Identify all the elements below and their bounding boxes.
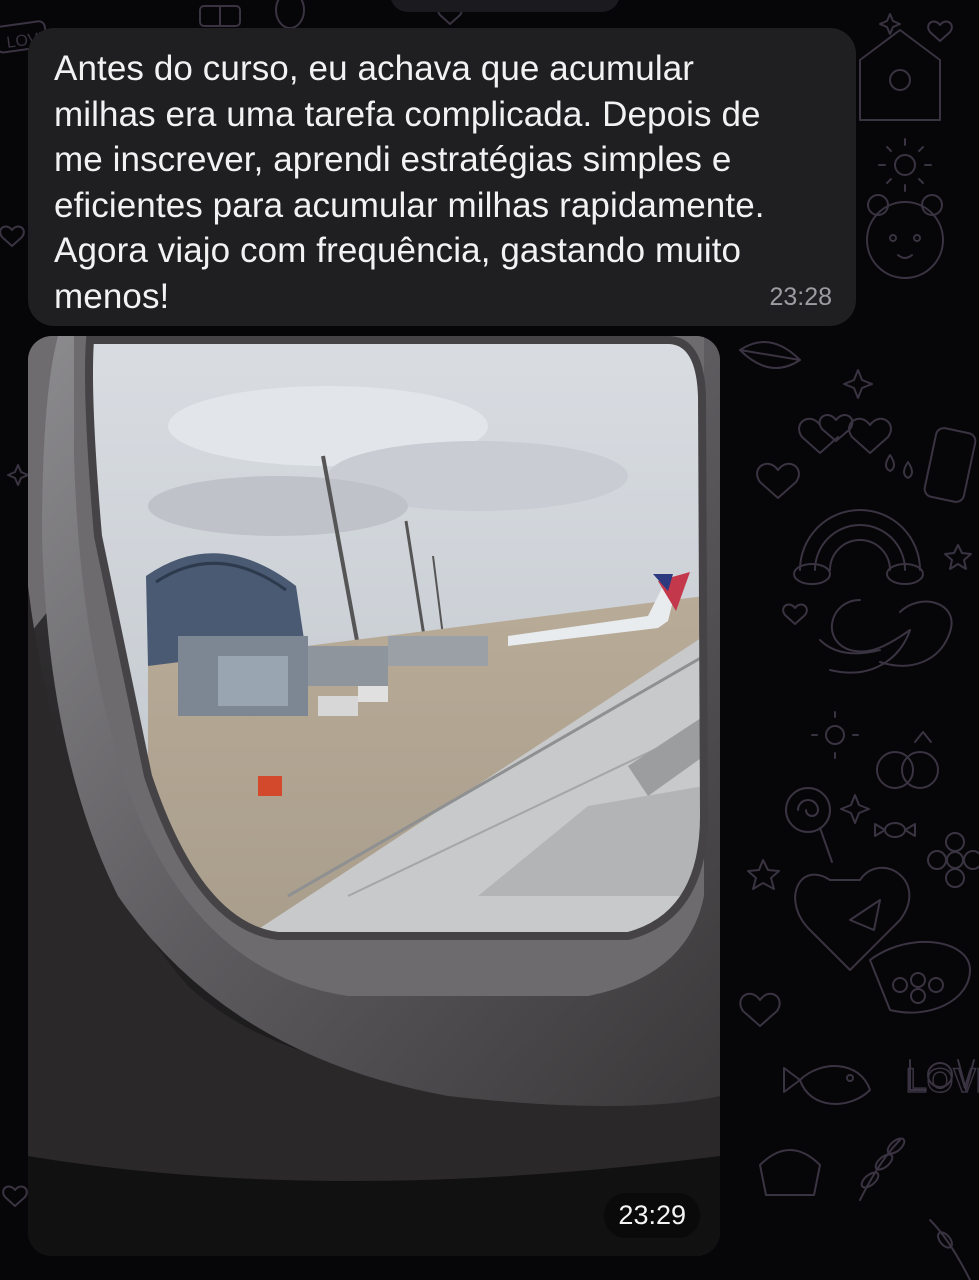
cupcake-icon — [759, 1149, 821, 1196]
svg-text:LOVE: LOVE — [906, 1062, 979, 1100]
sun-icon — [811, 711, 859, 759]
sparkle-icon — [7, 464, 29, 486]
message-text: Antes do curso, eu achava que acumular m… — [54, 49, 765, 316]
heart-icon — [0, 225, 25, 247]
candy-icon — [874, 822, 916, 838]
message-bubble-text[interactable]: Antes do curso, eu achava que acumular m… — [28, 28, 856, 326]
chat-background: LOVE LOVE Antes do curso, eu achava que … — [0, 0, 979, 1280]
swan-icon — [819, 599, 953, 674]
sparkle-icon — [843, 369, 873, 399]
gift-icon — [199, 5, 241, 27]
heart-icon — [756, 462, 800, 499]
lollipop-icon — [785, 787, 833, 863]
phone-icon — [923, 427, 977, 503]
house-icon — [859, 29, 941, 121]
drop-icon — [903, 461, 913, 479]
sparkle-icon — [840, 794, 870, 824]
bear-icon — [866, 194, 944, 279]
balloon-icon — [275, 0, 305, 29]
rainbow-icon — [793, 509, 924, 585]
flower-icon — [927, 832, 979, 888]
glasses-icon — [798, 417, 892, 454]
photo-timestamp: 23:29 — [604, 1193, 700, 1238]
leaf-icon — [739, 341, 801, 369]
heart-icon — [739, 992, 781, 1027]
gift-heart-box-icon — [794, 866, 971, 1014]
airplane-window-photo[interactable] — [28, 336, 720, 1256]
message-timestamp: 23:28 — [769, 283, 832, 311]
fish-icon — [783, 1065, 871, 1105]
heart-icon — [2, 1185, 28, 1207]
message-bubble-photo[interactable]: 23:29 — [28, 336, 720, 1256]
drop-icon — [885, 454, 895, 472]
leaf-branch-icon — [929, 1219, 971, 1280]
laurel-icon — [859, 1137, 906, 1201]
heart-icon — [818, 414, 854, 442]
heart-icon — [782, 603, 808, 625]
heart-icon — [927, 20, 953, 42]
star-icon — [944, 544, 972, 570]
sparkle-icon — [879, 13, 901, 35]
top-notch — [390, 0, 620, 12]
sun-icon — [878, 138, 932, 192]
star-icon — [747, 859, 780, 890]
rings-icon — [876, 731, 939, 789]
